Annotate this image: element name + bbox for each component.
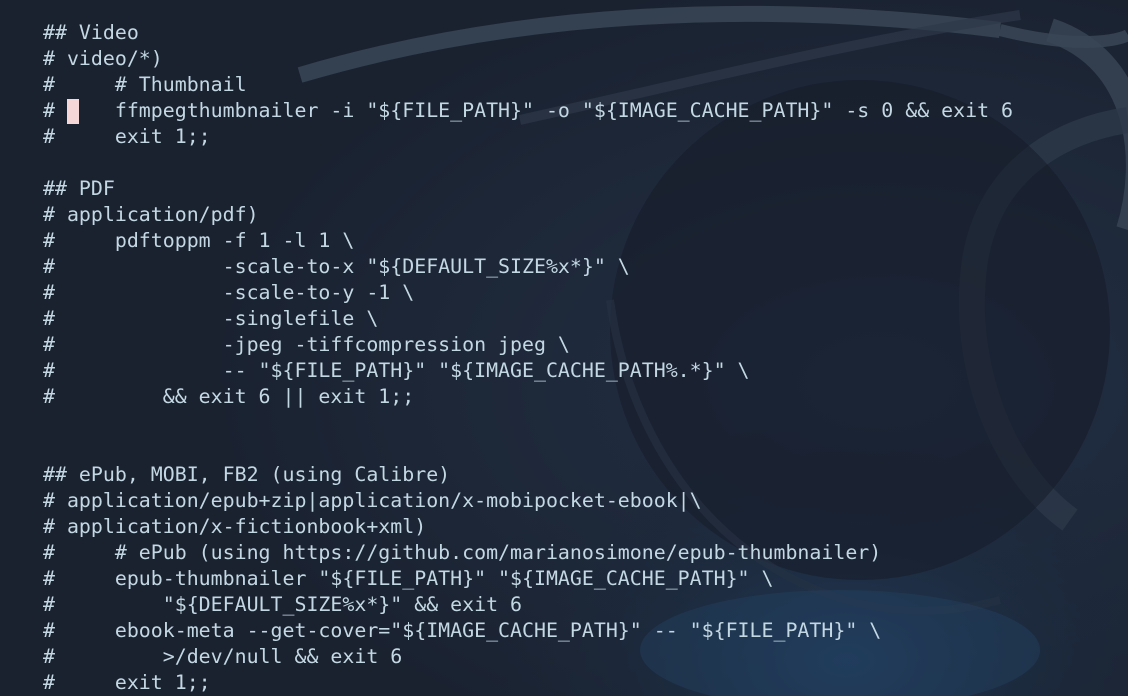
code-line: # application/epub+zip|application/x-mob… <box>43 489 702 512</box>
code-line: # application/x-fictionbook+xml) <box>43 515 427 538</box>
code-line: # ffmpegthumbnailer -i "${FILE_PATH}" -o… <box>43 99 1013 122</box>
text-cursor <box>67 99 79 124</box>
code-line: # >/dev/null && exit 6 <box>43 645 403 668</box>
code-line: # -jpeg -tiffcompression jpeg \ <box>43 333 570 356</box>
terminal-editor[interactable]: ## Video # video/*) # # Thumbnail # ffmp… <box>0 0 1128 696</box>
code-line: # ebook-meta --get-cover="${IMAGE_CACHE_… <box>43 619 882 642</box>
code-line: # video/*) <box>43 47 163 70</box>
code-line: # # Thumbnail <box>43 73 247 96</box>
code-line: # && exit 6 || exit 1;; <box>43 385 415 408</box>
code-line: # epub-thumbnailer "${FILE_PATH}" "${IMA… <box>43 567 774 590</box>
code-line: # application/pdf) <box>43 203 259 226</box>
code-line: ## Video <box>43 21 139 44</box>
code-line: ## PDF <box>43 177 115 200</box>
code-line: # -singlefile \ <box>43 307 379 330</box>
code-line: # -scale-to-y -1 \ <box>43 281 415 304</box>
code-line: # pdftoppm -f 1 -l 1 \ <box>43 229 355 252</box>
code-line: # -- "${FILE_PATH}" "${IMAGE_CACHE_PATH%… <box>43 359 750 382</box>
code-line: # # ePub (using https://github.com/maria… <box>43 541 882 564</box>
code-line: # -scale-to-x "${DEFAULT_SIZE%x*}" \ <box>43 255 630 278</box>
code-line: # exit 1;; <box>43 125 211 148</box>
code-line: ## ePub, MOBI, FB2 (using Calibre) <box>43 463 451 486</box>
code-line: # "${DEFAULT_SIZE%x*}" && exit 6 <box>43 593 523 616</box>
code-line: # exit 1;; <box>43 671 211 694</box>
